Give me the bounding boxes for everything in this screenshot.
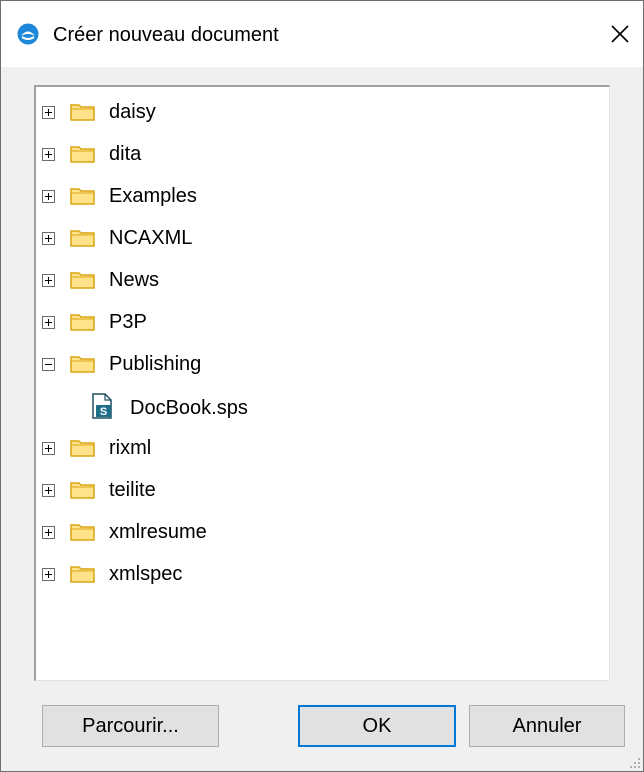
file-icon-letter: S <box>100 406 107 418</box>
tree-item-label: dita <box>109 143 142 165</box>
cancel-button[interactable]: Annuler <box>469 705 625 747</box>
expand-icon[interactable] <box>42 274 55 287</box>
expand-icon[interactable] <box>42 442 55 455</box>
expand-icon[interactable] <box>42 190 55 203</box>
folder-icon <box>70 356 95 373</box>
tree-item-xmlspec[interactable]: xmlspec <box>36 559 606 589</box>
tree-item-examples[interactable]: Examples <box>36 181 606 211</box>
tree-item-ncaxml[interactable]: NCAXML <box>36 223 606 253</box>
altova-logo-icon <box>17 23 39 45</box>
tree-item-label: DocBook.sps <box>130 397 248 419</box>
tree-item-xmlresume[interactable]: xmlresume <box>36 517 606 547</box>
ok-button[interactable]: OK <box>298 705 456 747</box>
tree-item-label: teilite <box>109 479 156 501</box>
tree-item-label: daisy <box>109 101 156 123</box>
tree-item-p3p[interactable]: P3P <box>36 307 606 337</box>
tree-item-label: xmlspec <box>109 563 183 585</box>
tree-item-label: NCAXML <box>109 227 193 249</box>
close-icon <box>611 25 629 43</box>
tree-item-rixml[interactable]: rixml <box>36 433 606 463</box>
dialog-title: Créer nouveau document <box>53 24 279 46</box>
tree-item-label: rixml <box>109 437 152 459</box>
folder-icon <box>70 482 95 499</box>
tree-item-daisy[interactable]: daisy <box>36 97 606 127</box>
expand-icon[interactable] <box>42 484 55 497</box>
folder-icon <box>70 146 95 163</box>
folder-icon <box>70 524 95 541</box>
tree-item-label: Examples <box>109 185 197 207</box>
tree-item-teilite[interactable]: teilite <box>36 475 606 505</box>
tree-item-dita[interactable]: dita <box>36 139 606 169</box>
tree-item-label: News <box>109 269 160 291</box>
tree-item-label: P3P <box>109 311 147 333</box>
expand-icon[interactable] <box>42 106 55 119</box>
expand-icon[interactable] <box>42 526 55 539</box>
browse-button[interactable]: Parcourir... <box>42 705 219 747</box>
title-bar[interactable]: Créer nouveau document <box>1 1 643 67</box>
template-tree[interactable]: daisy dita Examples NCAXML News P3P Publ… <box>34 85 610 681</box>
expand-icon[interactable] <box>42 148 55 161</box>
expand-icon[interactable] <box>42 232 55 245</box>
folder-icon <box>70 440 95 457</box>
tree-item-publishing[interactable]: Publishing <box>36 349 606 379</box>
expand-icon[interactable] <box>42 316 55 329</box>
tree-item-news[interactable]: News <box>36 265 606 295</box>
tree-item-docbook-sps[interactable]: S DocBook.sps <box>36 391 606 421</box>
folder-icon <box>70 230 95 247</box>
folder-icon <box>70 272 95 289</box>
tree-item-label: xmlresume <box>109 521 207 543</box>
tree-item-label: Publishing <box>109 353 202 375</box>
resize-grip-icon[interactable] <box>629 757 641 769</box>
sps-file-icon: S <box>92 393 112 419</box>
folder-icon <box>70 188 95 205</box>
expand-icon[interactable] <box>42 568 55 581</box>
folder-icon <box>70 314 95 331</box>
folder-icon <box>70 566 95 583</box>
folder-icon <box>70 104 95 121</box>
create-document-dialog: Créer nouveau document daisy dita Exampl… <box>0 0 644 772</box>
collapse-icon[interactable] <box>42 358 55 371</box>
close-button[interactable] <box>597 1 643 67</box>
